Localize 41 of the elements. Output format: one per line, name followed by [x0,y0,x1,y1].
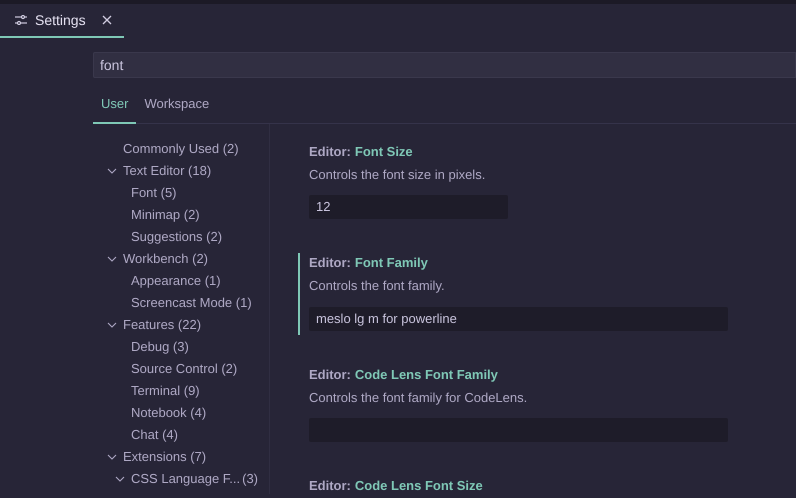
toc-item[interactable]: Extensions (7) [123,446,206,466]
toc-count: (3) [242,470,259,488]
toc-item[interactable]: Workbench (2) [123,248,208,268]
chevron-down-icon[interactable] [115,474,125,484]
toc-item[interactable]: Features (22) [123,314,202,334]
toc-item[interactable]: Text Editor (18) [123,160,212,180]
setting-description: Controls the font family for CodeLens. [309,388,528,407]
settings-sliders-icon [15,15,27,25]
toc-item[interactable]: Commonly Used (2) [123,138,239,158]
setting-category: Editor: [309,254,351,271]
chevron-down-icon[interactable] [107,320,117,330]
search-field[interactable]: font [93,52,796,78]
close-icon[interactable] [102,15,112,25]
toc-item[interactable]: Chat (4) [131,424,178,444]
toc-item[interactable]: Suggestions (2) [131,226,222,246]
text-input-field[interactable]: meslo lg m for powerline [309,306,728,330]
toc-item[interactable]: CSS Language F... [131,468,240,488]
setting-name: Code Lens Font Family [354,366,498,382]
setting-category: Editor: [309,142,351,160]
toc-item[interactable]: Source Control (2) [131,358,238,378]
toc-item[interactable]: Font (5) [131,182,177,202]
scope-tab[interactable]: User [93,90,136,124]
setting-description: Controls the font family. [309,277,446,295]
setting-name: Font Family [354,254,428,271]
scope-tab[interactable]: Workspace [136,90,218,124]
toc-item[interactable]: Notebook (4) [131,402,206,422]
chevron-down-icon[interactable] [107,166,117,176]
chevron-down-icon[interactable] [107,254,117,264]
toc-item[interactable]: Screencast Mode (1) [131,292,252,312]
toc-item[interactable]: Debug (3) [131,336,189,356]
chevron-down-icon[interactable] [107,452,117,462]
settings-tab[interactable]: Settings [35,10,86,30]
setting-name: Code Lens Font Size [354,477,483,494]
toc-item[interactable]: Terminal (9) [131,380,200,400]
setting-category: Editor: [309,477,351,494]
toc-item[interactable]: Minimap (2) [131,204,200,224]
setting-category: Editor: [309,366,351,382]
toc-item[interactable]: Appearance (1) [131,270,221,290]
setting-description: Controls the font size in pixels. [309,166,486,184]
text-input-field[interactable]: 12 [309,195,508,219]
setting-name: Font Size [354,142,413,160]
